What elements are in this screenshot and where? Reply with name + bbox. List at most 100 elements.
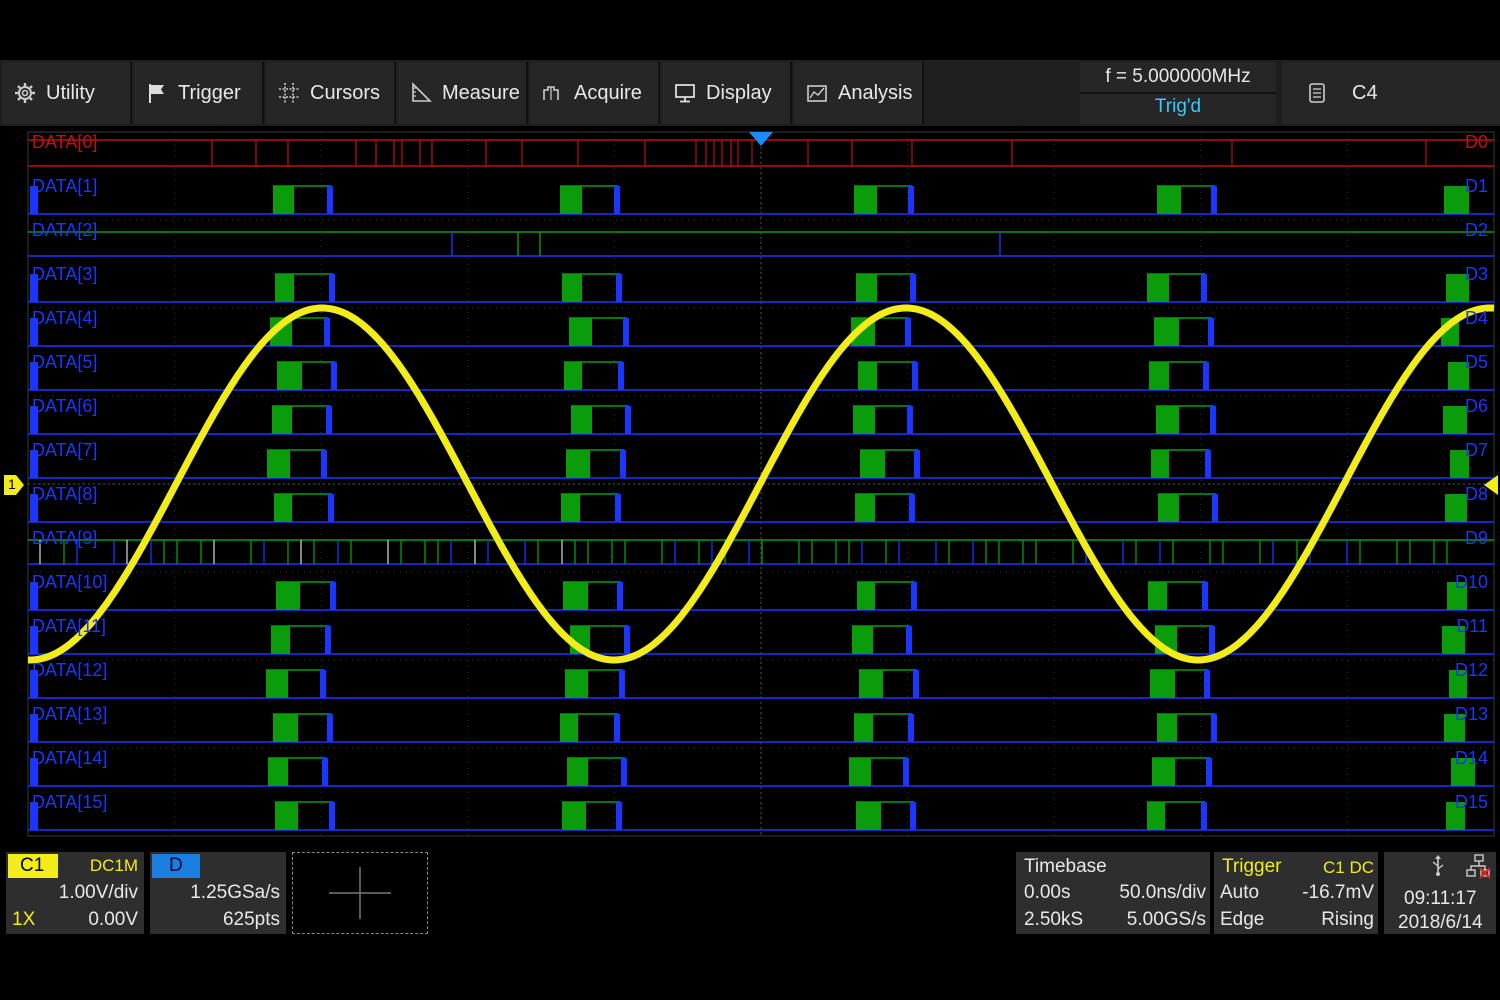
channel-label-right: D9: [1464, 528, 1488, 548]
trigger-menu-button[interactable]: Trigger: [134, 62, 264, 124]
acquire-label: Acquire: [574, 81, 642, 104]
measure-menu-button[interactable]: Measure: [398, 62, 528, 124]
digital-edge-block: [907, 406, 913, 434]
digital-high-burst: [1156, 406, 1179, 434]
channel-label-right: D14: [1454, 748, 1488, 768]
digital-channel-panel[interactable]: D 1.25GSa/s 625pts: [150, 852, 286, 934]
channel-label-right: D0: [1464, 132, 1488, 152]
digital-edge-block: [616, 802, 622, 830]
plus-icon: [329, 867, 391, 919]
trigger-slope: Rising: [1321, 909, 1374, 930]
digital-high-burst: [860, 450, 885, 478]
digital-edge-block: [325, 626, 331, 654]
acquire-menu-button[interactable]: Acquire: [530, 62, 660, 124]
digital-edge-block: [617, 582, 623, 610]
channel-label-right: D1: [1464, 176, 1488, 196]
digital-high-burst: [853, 406, 875, 434]
digital-edge-block: [1208, 318, 1214, 346]
document-icon: [1308, 82, 1326, 104]
bottom-status-bar: C1 DC1M 1.00V/div 1X 0.00V D 1.25GSa/s 6…: [0, 848, 1500, 940]
channel-label-left: DATA[7]: [32, 440, 98, 460]
digital-edge-block: [615, 494, 621, 522]
frequency-trigger-status: f = 5.000000MHz Trig'd: [1080, 62, 1276, 124]
analysis-menu-button[interactable]: Analysis: [794, 62, 924, 124]
trigger-type: Edge: [1220, 909, 1265, 930]
digital-edge-block: [328, 494, 334, 522]
digital-high-burst: [1157, 186, 1181, 214]
trigger-source: C1 DC: [1322, 858, 1374, 877]
digital-high-burst: [857, 582, 875, 610]
digital-tag: D: [152, 854, 200, 878]
trigger-level-shape: [1484, 475, 1498, 495]
digital-edge-block: [909, 494, 915, 522]
digital-edge-block: [908, 186, 914, 214]
memory-depth: 2.50kS: [1024, 909, 1084, 930]
digital-edge-block: [324, 318, 330, 346]
c1-name: C1: [20, 855, 45, 876]
digital-edge-block: [914, 450, 920, 478]
digital-high-burst: [1445, 494, 1467, 522]
digital-high-burst: [1157, 714, 1177, 742]
trigger-status-text: Trig'd: [1154, 96, 1202, 117]
digital-high-burst: [1151, 450, 1169, 478]
trigger-label: Trigger: [178, 81, 241, 104]
digital-edge-block: [1209, 626, 1215, 654]
utility-menu-button[interactable]: Utility: [2, 62, 132, 124]
digital-edge-block: [327, 186, 333, 214]
digital-edge-block: [1201, 802, 1207, 830]
c1-coupling: DC1M: [89, 856, 138, 875]
channel-label-left: DATA[0]: [32, 132, 98, 152]
digital-high-burst: [562, 274, 582, 302]
waveform-display[interactable]: DATA[0] D0 DATA[1] D1 DATA[2] D2 DATA[3] D3 DATA…: [0, 128, 1500, 840]
digital-high-burst: [858, 362, 877, 390]
digital-high-burst: [562, 802, 586, 830]
digital-edge-block: [618, 362, 624, 390]
digital-edge-block: [908, 714, 914, 742]
channel-label-right: D5: [1464, 352, 1488, 372]
digital-edge-block: [326, 406, 332, 434]
channel-label-left: DATA[2]: [32, 220, 98, 240]
flag-icon: [146, 82, 168, 104]
channel-label-right: D4: [1464, 308, 1488, 328]
digital-edge-block: [614, 186, 620, 214]
channel-label-left: DATA[1]: [32, 176, 98, 196]
trigger-level: -16.7mV: [1302, 882, 1374, 903]
timebase-panel[interactable]: Timebase 0.00s 50.0ns/div 2.50kS 5.00GS/…: [1016, 852, 1210, 934]
digital-edge-block: [329, 274, 335, 302]
channel-label-right: D3: [1464, 264, 1488, 284]
trigger-position-marker[interactable]: [749, 130, 773, 146]
timebase-delay: 0.00s: [1024, 882, 1071, 903]
channel-label-left: DATA[3]: [32, 264, 98, 284]
c1-channel-panel[interactable]: C1 DC1M 1.00V/div 1X 0.00V: [6, 852, 144, 934]
digital-high-burst: [852, 626, 873, 654]
channel-label-left: DATA[4]: [32, 308, 98, 328]
digital-high-burst: [564, 362, 582, 390]
display-menu-button[interactable]: Display: [662, 62, 792, 124]
clock-date: 2018/6/14: [1398, 912, 1483, 933]
channel-label: C4: [1352, 81, 1378, 104]
channel-selector[interactable]: C4: [1282, 62, 1500, 124]
ch1-level-marker[interactable]: 1: [4, 475, 24, 495]
gear-icon: [14, 82, 36, 104]
channel-label-left: DATA[11]: [32, 616, 107, 636]
analysis-icon: [806, 82, 828, 104]
c1-probe: 1X: [12, 909, 36, 930]
trigger-level-marker[interactable]: [1478, 475, 1498, 495]
digital-high-burst: [854, 714, 873, 742]
digital-edge-block: [1201, 274, 1207, 302]
trigger-panel[interactable]: Trigger C1 DC Auto -16.7mV Edge Rising: [1214, 852, 1378, 934]
digital-edge-block: [331, 362, 337, 390]
channel-label-right: D10: [1454, 572, 1488, 592]
digital-edge-block: [1212, 494, 1218, 522]
digital-high-burst: [268, 758, 288, 786]
digital-high-burst: [277, 362, 302, 390]
add-channel-button[interactable]: [292, 852, 428, 934]
digital-edge-block: [620, 450, 626, 478]
waveform-canvas[interactable]: [0, 128, 1500, 840]
cursors-menu-button[interactable]: Cursors: [266, 62, 396, 124]
c1-volts-per-div: 1.00V/div: [58, 882, 138, 903]
channel-label-right: D6: [1464, 396, 1488, 416]
digital-high-burst: [1149, 362, 1169, 390]
timebase-title: Timebase: [1024, 856, 1107, 877]
digital-edge-block: [912, 362, 918, 390]
